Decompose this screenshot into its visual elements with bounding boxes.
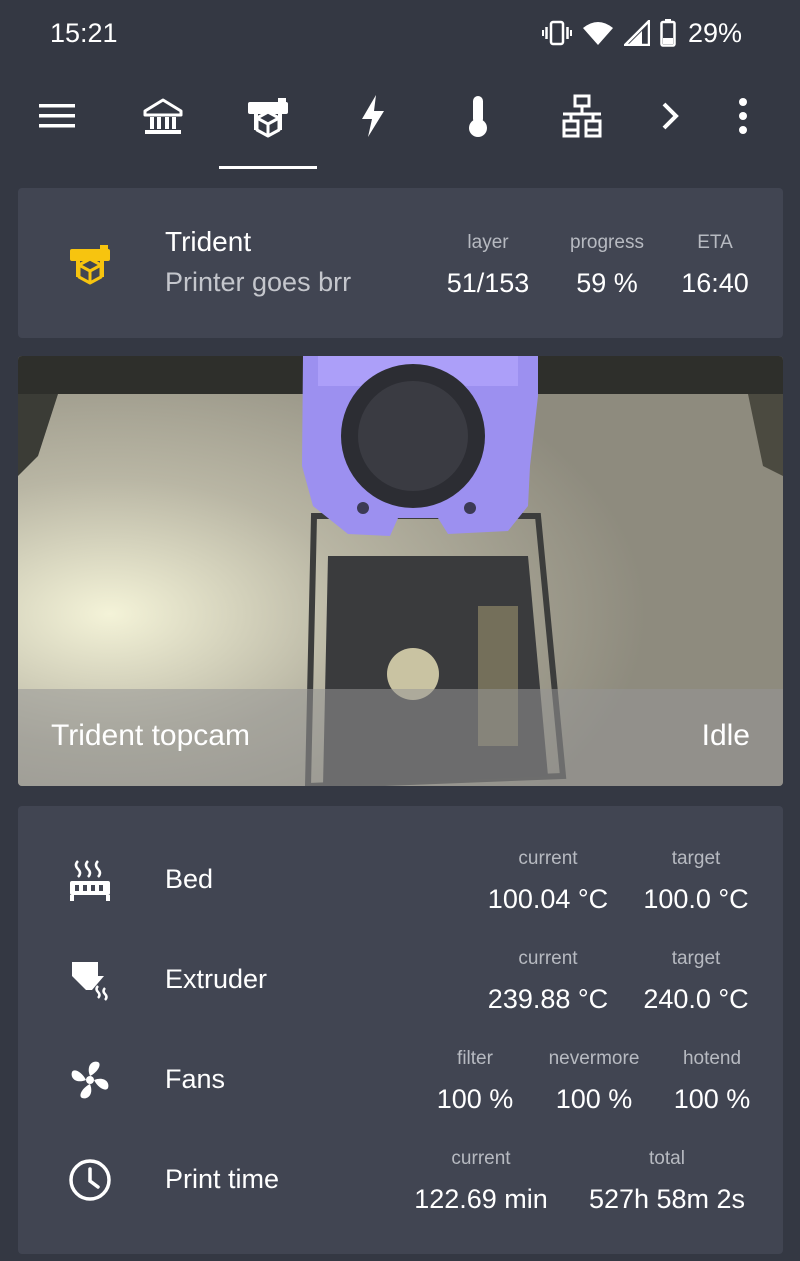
fan-icon [68,1058,116,1106]
print-time-current-value: 122.69 min [414,1184,548,1214]
print-time-total-value: 527h 58m 2s [588,1184,746,1214]
bed-current-label: current [518,848,578,869]
top-nav [0,70,800,170]
bed-label: Bed [165,864,214,894]
status-bar: 15:21 29% [0,0,800,68]
fan-nevermore[interactable]: nevermore 100 % [514,1048,674,1115]
camera-card[interactable]: Trident topcam Idle [18,356,783,786]
bed-row[interactable]: Bed current 100.04 °C target 100.0 °C [18,806,783,914]
bed-target-label: target [671,848,721,869]
status-time: 15:21 [50,18,118,48]
progress-value: 59 % [576,268,638,298]
home-icon[interactable] [135,88,191,144]
readings-card: Bed current 100.04 °C target 100.0 °C Ex… [18,806,783,1254]
printer-status-icon [68,241,112,290]
thermometer-icon[interactable] [450,88,506,144]
print-time-total: total 527h 58m 2s [582,1148,752,1215]
print-time-row: Print time current 122.69 min total 527h… [18,1106,783,1214]
network-icon[interactable] [554,88,610,144]
extruder-target-label: target [671,948,721,969]
fans-row[interactable]: Fans filter 100 % nevermore 100 % hotend… [18,1006,783,1114]
camera-name: Trident topcam [51,719,250,752]
eta-value: 16:40 [681,268,749,298]
heated-bed-icon [68,859,116,907]
extruder-current-label: current [518,948,578,969]
print-time-current-label: current [451,1148,511,1169]
extruder-current: current 239.88 °C [468,948,628,1015]
wifi-icon [582,20,614,46]
battery-percent: 29% [687,17,742,48]
fan-hotend[interactable]: hotend 100 % [652,1048,772,1115]
fan-nevermore-label: nevermore [548,1048,640,1069]
clock-icon [68,1158,116,1206]
camera-status: Idle [701,719,750,752]
extruder-target[interactable]: target 240.0 °C [616,948,776,1015]
eta-label: ETA [697,232,733,253]
eta-stat: ETA 16:40 [668,232,762,299]
print-time-label: Print time [165,1164,280,1194]
extruder-icon [68,958,116,1006]
menu-icon[interactable] [29,88,85,144]
extruder-row[interactable]: Extruder current 239.88 °C target 240.0 … [18,906,783,1014]
more-vert-icon[interactable] [715,88,771,144]
progress-label: progress [570,232,644,253]
layer-value: 51/153 [446,268,530,298]
layer-label: layer [467,232,509,253]
chevron-right-icon[interactable] [642,88,698,144]
battery-icon [660,19,676,47]
printer-icon[interactable] [240,88,296,144]
layer-stat: layer 51/153 [430,232,546,299]
extruder-label: Extruder [165,964,268,994]
printer-message: Printer goes brr [165,267,352,297]
bed-target[interactable]: target 100.0 °C [616,848,776,915]
bed-current: current 100.04 °C [468,848,628,915]
signal-icon [623,20,650,46]
print-time-total-label: total [649,1148,685,1169]
lightning-icon[interactable] [345,88,401,144]
fan-hotend-label: hotend [682,1048,742,1069]
printer-name: Trident [165,226,252,257]
active-tab-indicator [219,166,317,169]
progress-stat: progress 59 % [550,232,664,299]
print-job-card[interactable]: Trident Printer goes brr layer 51/153 pr… [18,188,783,338]
fans-label: Fans [165,1064,226,1094]
vibrate-icon [541,20,572,46]
status-icons: 29% [541,16,742,50]
print-time-current: current 122.69 min [401,1148,561,1215]
